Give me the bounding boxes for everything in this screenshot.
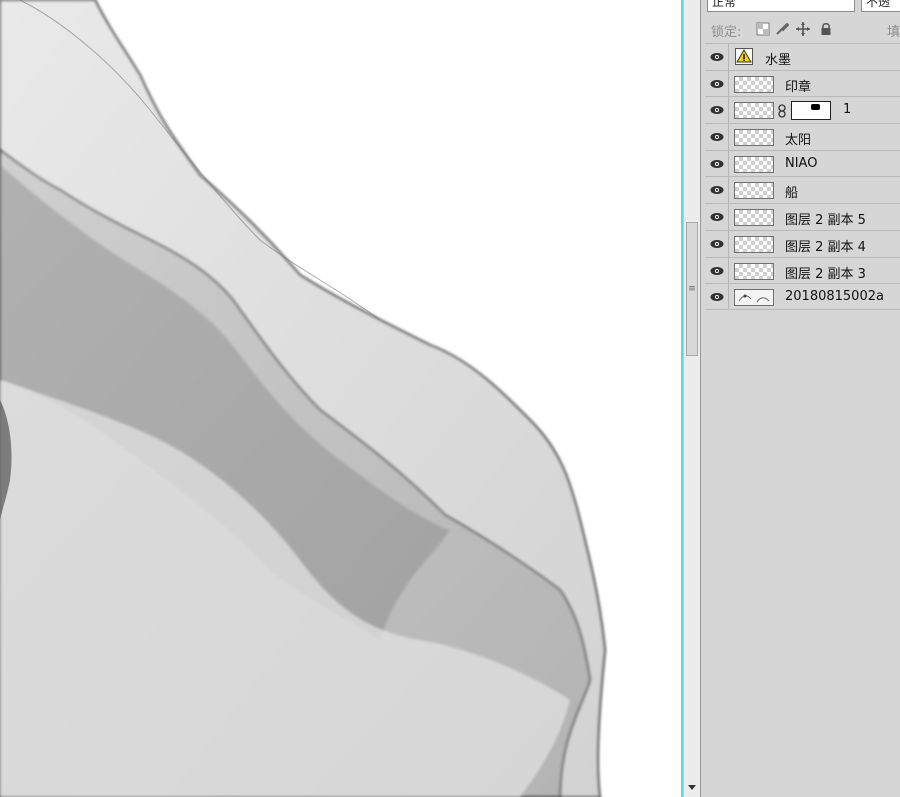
layer-thumbnail	[734, 235, 774, 253]
layer-thumbnail	[734, 182, 774, 200]
visibility-toggle[interactable]	[705, 44, 729, 70]
layer-thumbnail	[734, 102, 774, 120]
layer-name: 太阳	[785, 133, 812, 149]
layer-name: NIAO	[785, 155, 818, 171]
lock-transparent-pixels-icon[interactable]	[756, 21, 770, 36]
visibility-toggle[interactable]	[705, 284, 729, 309]
warning-icon	[735, 48, 753, 69]
layer-row[interactable]: 图层 2 副本 4	[705, 229, 900, 257]
blend-row: 正常 不透	[701, 0, 900, 14]
eye-icon	[710, 53, 724, 61]
layers-panel: 正常 不透 锁定: 填 水墨 印章 1 太阳 NIAO 船 图层 2 副本 5 …	[700, 0, 900, 797]
lock-all-icon[interactable]	[819, 21, 833, 35]
grip-icon: ≡	[688, 284, 696, 294]
layer-row[interactable]: 图层 2 副本 3	[705, 256, 900, 284]
layer-name: 图层 2 副本 4	[785, 239, 866, 255]
fill-label: 填	[887, 25, 900, 40]
opacity-field[interactable]: 不透	[861, 0, 900, 12]
eye-icon	[710, 266, 724, 275]
document-canvas[interactable]	[0, 0, 681, 797]
lock-image-pixels-icon[interactable]	[775, 21, 790, 35]
lock-position-icon[interactable]	[796, 21, 810, 36]
layer-thumbnail	[734, 209, 774, 227]
layer-row[interactable]: 图层 2 副本 5	[705, 203, 900, 230]
layer-name: 船	[785, 186, 799, 202]
layer-name: 印章	[785, 79, 812, 95]
layer-thumbnail	[734, 129, 774, 147]
layer-thumbnail	[734, 262, 774, 280]
visibility-toggle[interactable]	[705, 230, 729, 257]
visibility-toggle[interactable]	[705, 97, 729, 124]
visibility-toggle[interactable]	[705, 70, 729, 97]
visibility-toggle[interactable]	[705, 177, 729, 204]
layer-thumbnail-photo	[734, 289, 774, 307]
chain-link-icon[interactable]	[777, 103, 787, 122]
eye-icon	[710, 186, 724, 195]
visibility-toggle[interactable]	[705, 204, 729, 230]
layer-row[interactable]: 20180815002a	[705, 283, 900, 310]
eye-icon	[710, 293, 724, 302]
eye-icon	[710, 213, 724, 222]
layer-thumbnail	[734, 75, 774, 93]
scroll-down-arrow-icon[interactable]	[688, 785, 696, 790]
layer-row[interactable]: 1	[705, 96, 900, 124]
lock-row: 锁定: 填	[701, 16, 900, 42]
canvas-vertical-scrollbar[interactable]: ≡	[683, 0, 700, 797]
layer-row[interactable]: 船	[705, 176, 900, 204]
visibility-toggle[interactable]	[705, 150, 729, 177]
layer-row[interactable]: 水墨	[705, 43, 900, 70]
scrollbar-thumb[interactable]: ≡	[686, 222, 698, 356]
layer-row[interactable]: NIAO	[705, 149, 900, 177]
layer-name: 图层 2 副本 5	[785, 213, 866, 229]
blend-mode-select[interactable]: 正常	[707, 0, 855, 12]
layer-name: 1	[843, 102, 852, 118]
visibility-toggle[interactable]	[705, 257, 729, 284]
layer-row[interactable]: 印章	[705, 69, 900, 97]
eye-icon	[710, 79, 724, 88]
eye-icon	[710, 239, 724, 248]
layer-thumbnail	[734, 155, 774, 173]
layer-mask-thumbnail[interactable]	[791, 101, 831, 121]
layer-row[interactable]: 太阳	[705, 123, 900, 150]
eye-icon	[710, 159, 724, 168]
eye-icon	[710, 133, 724, 142]
layer-name: 水墨	[765, 53, 792, 68]
layer-name: 20180815002a	[785, 289, 884, 305]
ink-wash-artwork	[0, 0, 607, 797]
layer-list: 水墨 印章 1 太阳 NIAO 船 图层 2 副本 5 图层 2 副本 4 图层…	[705, 43, 900, 310]
lock-label: 锁定:	[711, 25, 742, 40]
eye-icon	[710, 106, 724, 115]
layer-name: 图层 2 副本 3	[785, 266, 866, 282]
visibility-toggle[interactable]	[705, 124, 729, 150]
